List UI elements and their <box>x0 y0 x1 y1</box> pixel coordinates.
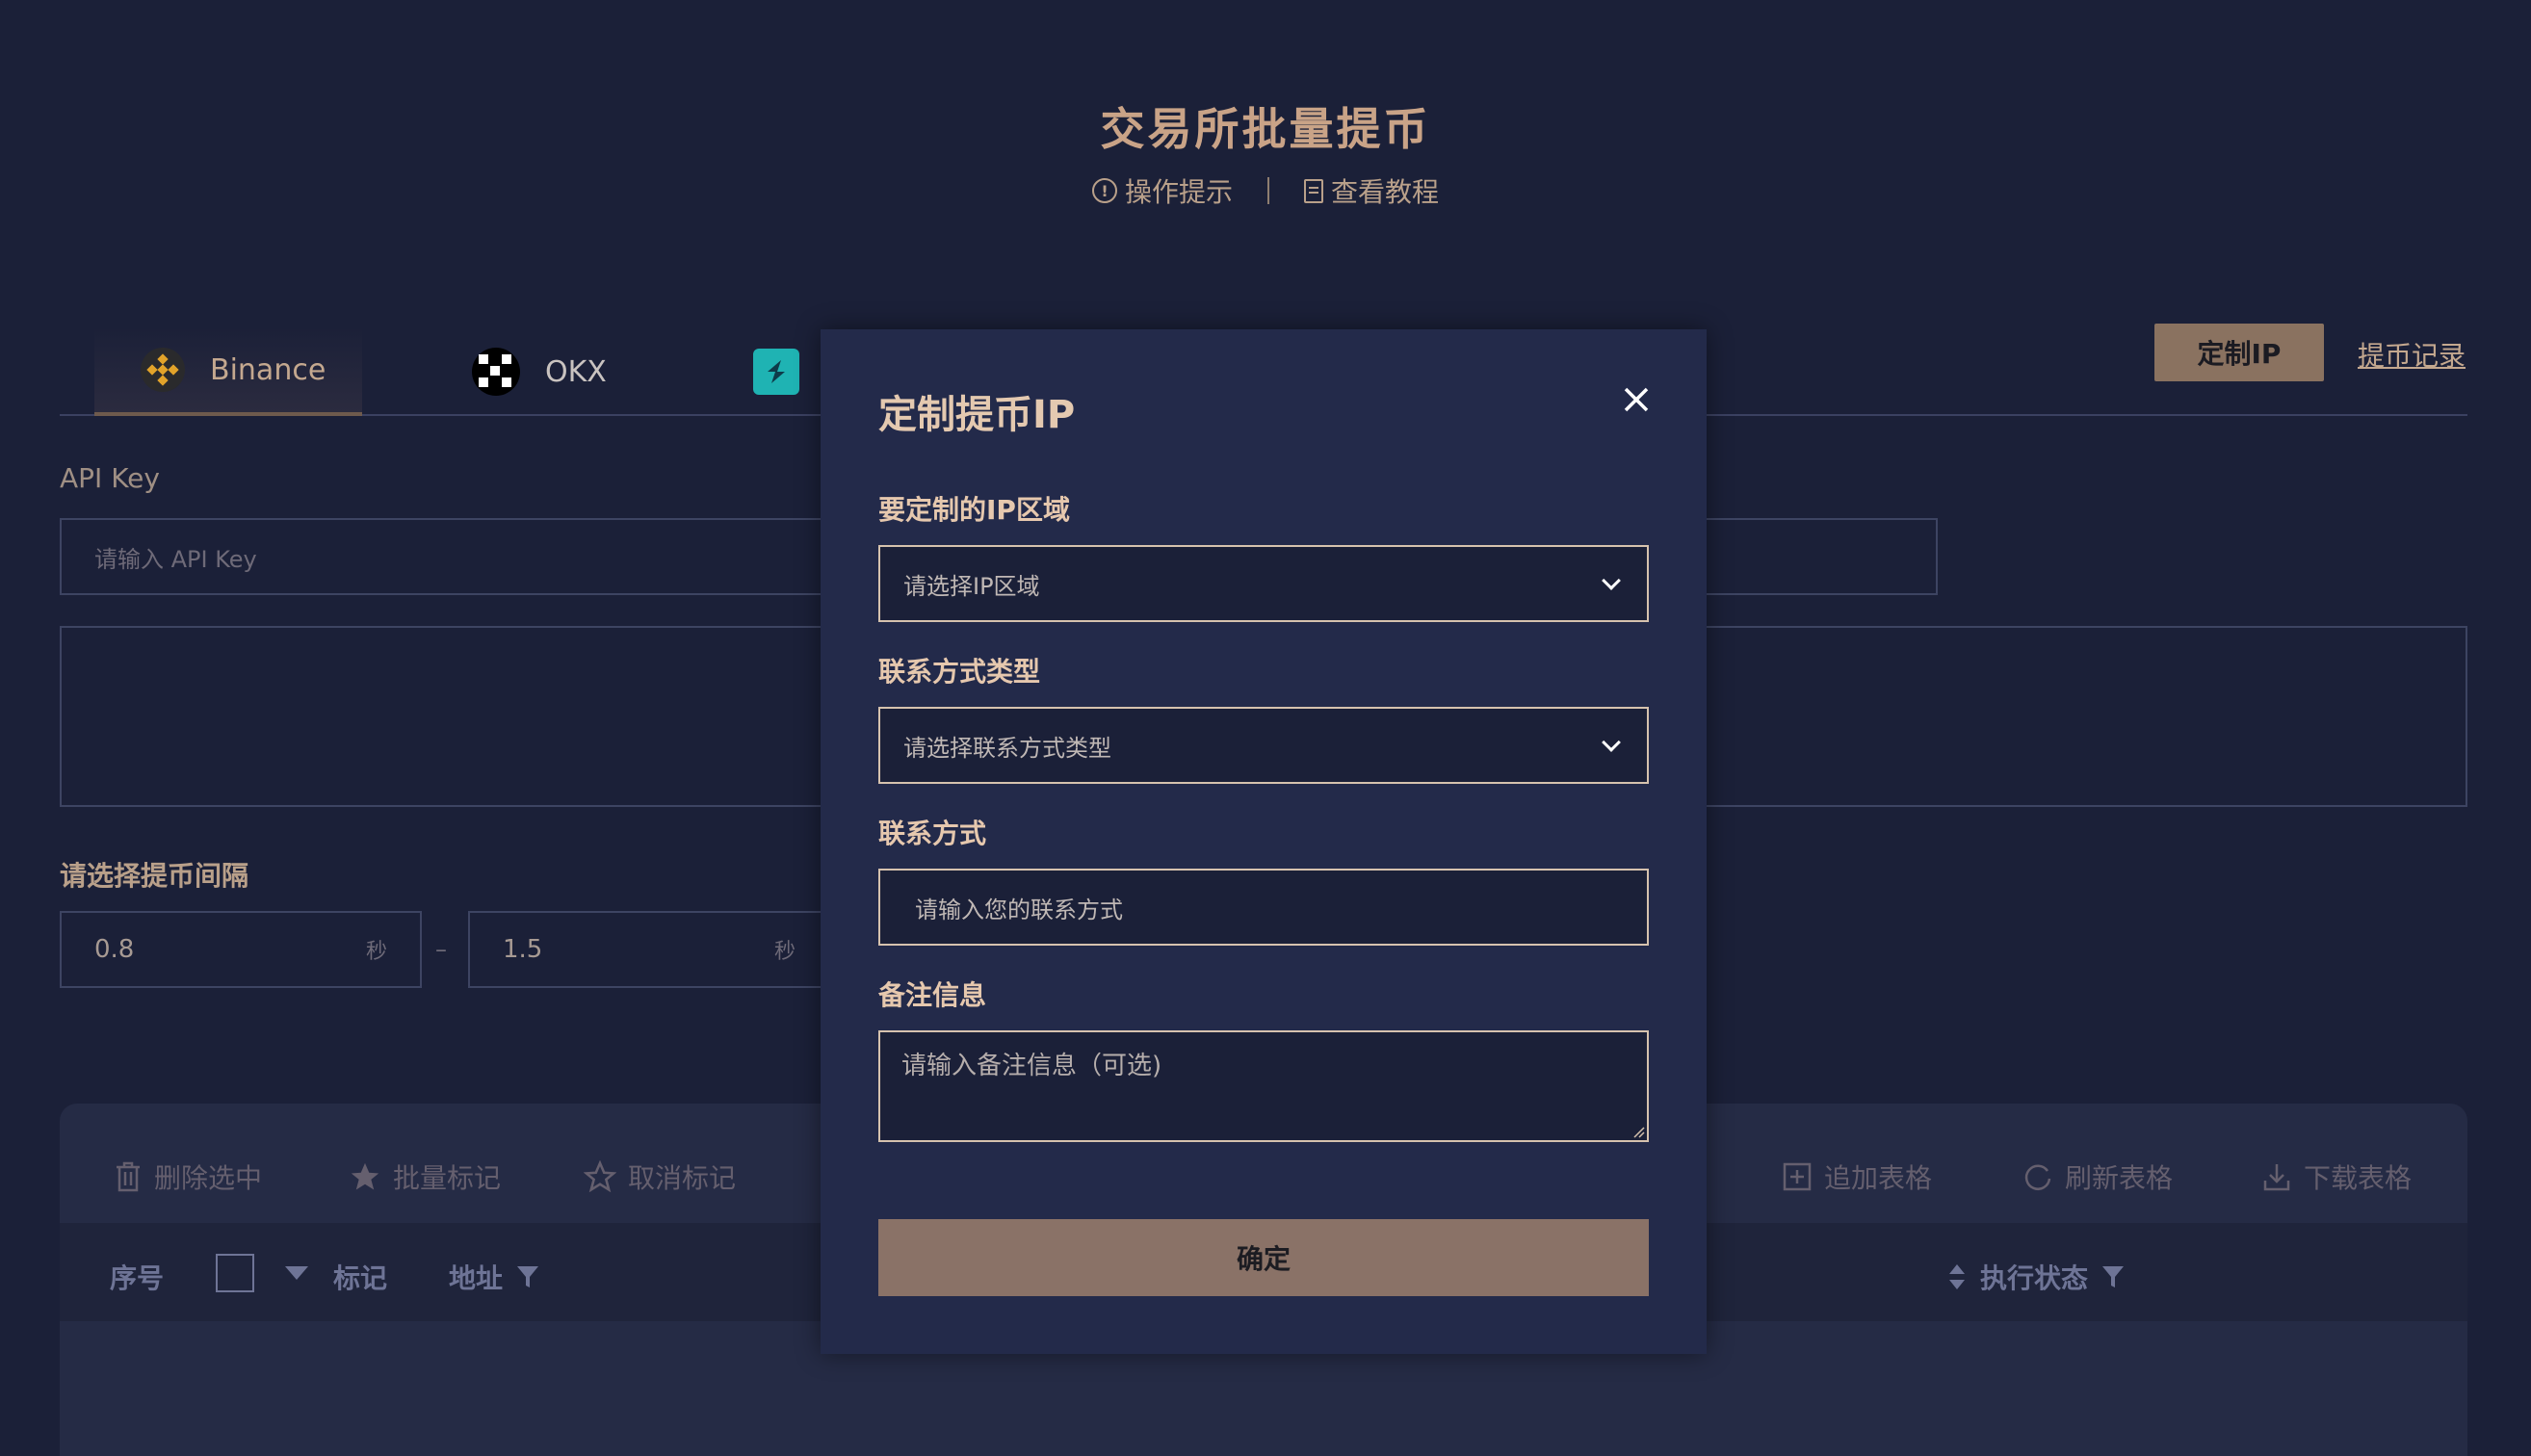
column-mark: 标记 <box>333 1262 388 1294</box>
append-table-button[interactable]: 追加表格 <box>1782 1157 1932 1196</box>
unmark-label: 取消标记 <box>628 1162 737 1194</box>
remark-textarea[interactable]: 请输入备注信息（可选) <box>878 1030 1649 1142</box>
view-tutorial-link[interactable]: 查看教程 <box>1304 171 1439 210</box>
modal-title: 定制提币IP <box>878 393 1076 437</box>
withdraw-records-link[interactable]: 提币记录 <box>2358 335 2466 374</box>
contact-type-select-placeholder: 请选择联系方式类型 <box>903 734 1111 762</box>
close-button[interactable] <box>1612 376 1660 424</box>
star-filled-icon <box>351 1162 379 1190</box>
refresh-table-button[interactable]: 刷新表格 <box>2022 1157 2173 1196</box>
contact-type-label: 联系方式类型 <box>878 656 1041 688</box>
info-icon: ! <box>1091 178 1117 203</box>
tab-exchange-3[interactable] <box>753 327 830 416</box>
interval-min-input[interactable]: 0.8 秒 <box>60 911 422 988</box>
tab-binance[interactable]: Binance <box>94 327 362 416</box>
operation-tips-label: 操作提示 <box>1124 176 1233 208</box>
custom-ip-modal: 定制提币IP 要定制的IP区域 请选择IP区域 联系方式类型 请选择联系方式类型… <box>821 329 1707 1354</box>
document-icon <box>1304 178 1323 203</box>
contact-input[interactable]: 请输入您的联系方式 <box>878 869 1649 946</box>
refresh-icon <box>2024 1164 2051 1190</box>
header-divider <box>1267 177 1269 204</box>
tab-okx[interactable]: OKX <box>464 327 657 416</box>
operation-tips-link[interactable]: ! 操作提示 <box>1091 171 1233 210</box>
close-icon <box>1624 387 1649 412</box>
filter-icon[interactable] <box>2101 1264 2125 1289</box>
interval-min-value: 0.8 <box>94 935 135 964</box>
select-all-checkbox[interactable] <box>216 1254 254 1292</box>
column-status: 执行状态 <box>1947 1258 2125 1296</box>
chevron-down-icon <box>1602 733 1621 752</box>
exchange-logo-icon <box>753 349 799 395</box>
tab-binance-label: Binance <box>210 352 326 387</box>
remark-label: 备注信息 <box>878 979 987 1011</box>
contact-type-select[interactable]: 请选择联系方式类型 <box>878 707 1649 784</box>
delete-selected-label: 删除选中 <box>154 1162 263 1194</box>
download-icon <box>2263 1164 2290 1191</box>
api-key-placeholder: 请输入 API Key <box>94 545 257 573</box>
resize-handle-icon[interactable] <box>1631 1125 1645 1138</box>
column-address-label: 地址 <box>449 1262 504 1294</box>
interval-max-input[interactable]: 1.5 秒 <box>468 911 830 988</box>
column-status-label: 执行状态 <box>1980 1262 2089 1294</box>
view-tutorial-label: 查看教程 <box>1331 176 1440 208</box>
page: 交易所批量提币 ! 操作提示 查看教程 Binance OKX 定制IP 提币记… <box>0 0 2531 1456</box>
contact-label: 联系方式 <box>878 818 987 849</box>
contact-input-placeholder: 请输入您的联系方式 <box>915 896 1123 923</box>
interval-separator: – <box>435 936 447 963</box>
select-all <box>216 1254 308 1292</box>
region-label: 要定制的IP区域 <box>878 494 1070 526</box>
header-links: ! 操作提示 查看教程 <box>0 171 2531 210</box>
star-outline-icon <box>584 1160 616 1193</box>
column-index: 序号 <box>110 1262 165 1294</box>
refresh-table-label: 刷新表格 <box>2065 1162 2174 1194</box>
interval-max-unit: 秒 <box>773 940 796 964</box>
custom-ip-button[interactable]: 定制IP <box>2154 324 2324 381</box>
batch-mark-label: 批量标记 <box>393 1162 502 1194</box>
interval-label: 请选择提币间隔 <box>60 860 249 892</box>
download-table-label: 下载表格 <box>2304 1162 2413 1194</box>
okx-icon <box>472 348 520 396</box>
page-title: 交易所批量提币 <box>1100 103 1431 155</box>
trash-icon <box>117 1161 140 1192</box>
select-dropdown-icon[interactable] <box>285 1266 308 1280</box>
api-key-label: API Key <box>60 462 160 494</box>
region-select[interactable]: 请选择IP区域 <box>878 545 1649 622</box>
chevron-down-icon <box>1602 571 1621 590</box>
binance-icon <box>141 348 185 392</box>
sort-icon[interactable] <box>1947 1262 1967 1291</box>
confirm-button[interactable]: 确定 <box>878 1219 1649 1296</box>
column-address: 地址 <box>449 1258 539 1296</box>
unmark-button[interactable]: 取消标记 <box>584 1157 736 1196</box>
batch-mark-button[interactable]: 批量标记 <box>349 1157 501 1196</box>
region-select-placeholder: 请选择IP区域 <box>903 572 1040 600</box>
download-table-button[interactable]: 下载表格 <box>2261 1157 2412 1196</box>
filter-icon[interactable] <box>516 1264 539 1289</box>
add-square-icon <box>1783 1162 1812 1191</box>
interval-min-unit: 秒 <box>365 940 387 964</box>
delete-selected-button[interactable]: 删除选中 <box>114 1157 262 1196</box>
interval-max-value: 1.5 <box>503 935 543 964</box>
remark-textarea-placeholder: 请输入备注信息（可选) <box>901 1052 1162 1080</box>
tab-okx-label: OKX <box>545 354 607 389</box>
append-table-label: 追加表格 <box>1824 1162 1933 1194</box>
